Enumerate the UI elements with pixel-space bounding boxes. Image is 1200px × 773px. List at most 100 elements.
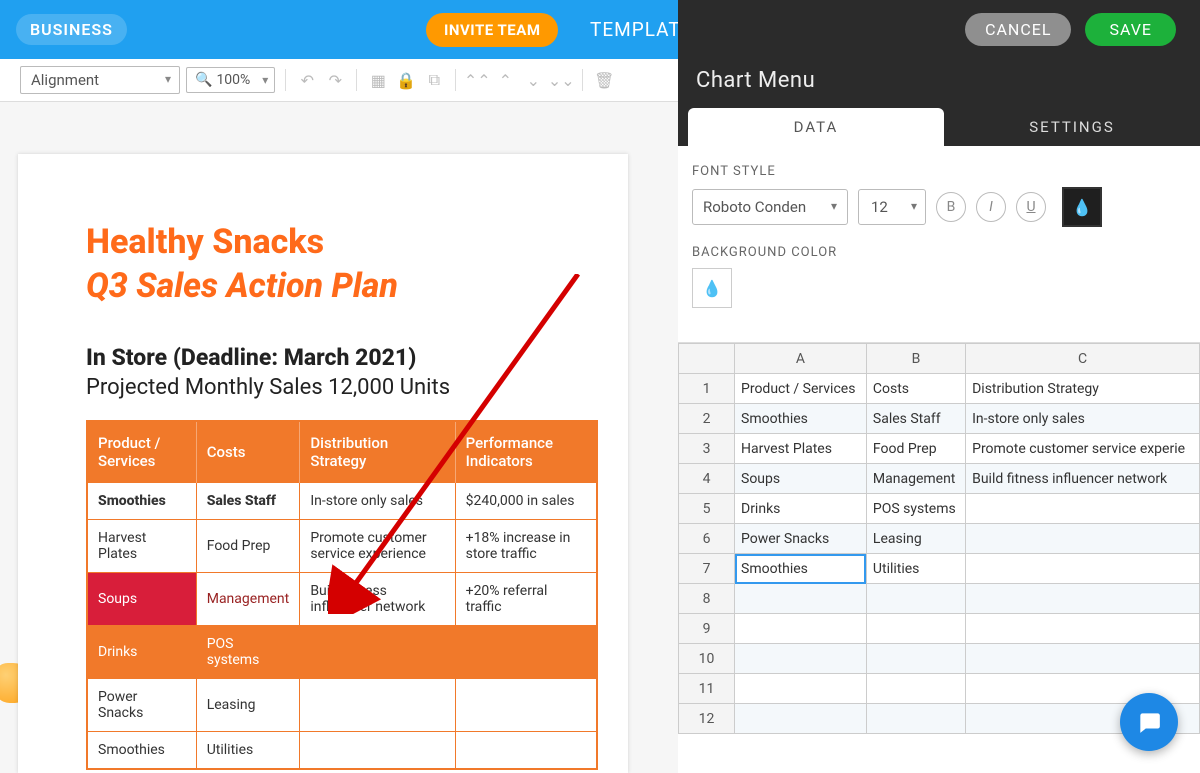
- font-color-swatch[interactable]: 💧: [1062, 187, 1102, 227]
- underline-button[interactable]: U: [1016, 192, 1046, 222]
- sheet-cell[interactable]: [866, 614, 965, 644]
- sheet-cell[interactable]: [966, 644, 1200, 674]
- sheet-cell[interactable]: [735, 584, 867, 614]
- document-page[interactable]: Healthy Snacks Q3 Sales Action Plan In S…: [18, 154, 628, 773]
- sheet-row-header[interactable]: 11: [679, 674, 735, 704]
- sheet-cell[interactable]: POS systems: [866, 494, 965, 524]
- sheet-cell[interactable]: [966, 584, 1200, 614]
- sheet-cell[interactable]: Sales Staff: [866, 404, 965, 434]
- sheet-cell[interactable]: [735, 644, 867, 674]
- sheet-cell[interactable]: Smoothies: [735, 404, 867, 434]
- doc-cell[interactable]: [455, 626, 597, 679]
- data-spreadsheet[interactable]: ABC 1Product / ServicesCostsDistribution …: [678, 343, 1200, 734]
- sheet-row-header[interactable]: 3: [679, 434, 735, 464]
- chat-fab[interactable]: [1120, 693, 1178, 751]
- move-bottom-icon[interactable]: ⌄⌄: [550, 69, 572, 91]
- sheet-cell[interactable]: Promote customer service experie: [966, 434, 1200, 464]
- tab-data[interactable]: DATA: [688, 108, 944, 146]
- sheet-cell[interactable]: Management: [866, 464, 965, 494]
- zoom-select[interactable]: 🔍100%: [186, 67, 275, 93]
- sheet-cell[interactable]: In-store only sales: [966, 404, 1200, 434]
- alignment-select[interactable]: Alignment: [20, 66, 180, 94]
- canvas[interactable]: Healthy Snacks Q3 Sales Action Plan In S…: [0, 102, 678, 773]
- doc-cell[interactable]: Promote customer service experience: [300, 520, 455, 573]
- sheet-cell[interactable]: [866, 704, 965, 734]
- invite-team-button[interactable]: INVITE TEAM: [426, 13, 558, 47]
- sheet-row-header[interactable]: 12: [679, 704, 735, 734]
- sheet-cell[interactable]: Soups: [735, 464, 867, 494]
- sheet-row-header[interactable]: 7: [679, 554, 735, 584]
- font-size-select[interactable]: 12: [858, 189, 926, 225]
- sheet-row-header[interactable]: 6: [679, 524, 735, 554]
- sheet-cell[interactable]: [966, 494, 1200, 524]
- doc-cell[interactable]: Utilities: [196, 732, 300, 770]
- sheet-row-header[interactable]: 4: [679, 464, 735, 494]
- sheet-cell[interactable]: Utilities: [866, 554, 965, 584]
- doc-cell[interactable]: In-store only sales: [300, 483, 455, 520]
- sheet-col-header[interactable]: B: [866, 344, 965, 374]
- doc-cell[interactable]: Sales Staff: [196, 483, 300, 520]
- sheet-cell[interactable]: Harvest Plates: [735, 434, 867, 464]
- sheet-cell[interactable]: [866, 644, 965, 674]
- lock-icon[interactable]: 🔒: [395, 69, 417, 91]
- tab-settings[interactable]: SETTINGS: [944, 108, 1200, 146]
- move-top-icon[interactable]: ⌃⌃: [466, 69, 488, 91]
- sheet-cell[interactable]: [735, 674, 867, 704]
- sheet-col-header[interactable]: C: [966, 344, 1200, 374]
- font-family-select[interactable]: Roboto Conden: [692, 189, 848, 225]
- sheet-row-header[interactable]: 5: [679, 494, 735, 524]
- cancel-button[interactable]: CANCEL: [965, 13, 1071, 46]
- sheet-cell[interactable]: Smoothies: [735, 554, 867, 584]
- doc-cell[interactable]: +18% increase in store traffic: [455, 520, 597, 573]
- image-icon[interactable]: ▦: [367, 69, 389, 91]
- undo-icon[interactable]: ↶: [296, 69, 318, 91]
- doc-cell[interactable]: Leasing: [196, 679, 300, 732]
- sheet-cell[interactable]: Distribution Strategy: [966, 374, 1200, 404]
- doc-cell[interactable]: Smoothies: [87, 483, 196, 520]
- sheet-cell[interactable]: Food Prep: [866, 434, 965, 464]
- doc-cell[interactable]: [300, 626, 455, 679]
- copy-icon[interactable]: ⧉: [423, 69, 445, 91]
- doc-cell[interactable]: $240,000 in sales: [455, 483, 597, 520]
- move-down-icon[interactable]: ⌄: [522, 69, 544, 91]
- doc-cell[interactable]: [455, 732, 597, 770]
- doc-cell[interactable]: +20% referral traffic: [455, 573, 597, 626]
- sheet-cell[interactable]: Leasing: [866, 524, 965, 554]
- sheet-cell[interactable]: [735, 704, 867, 734]
- sheet-cell[interactable]: [735, 614, 867, 644]
- italic-button[interactable]: I: [976, 192, 1006, 222]
- sheet-cell[interactable]: [966, 554, 1200, 584]
- sheet-row-header[interactable]: 9: [679, 614, 735, 644]
- bg-color-swatch[interactable]: 💧: [692, 268, 732, 308]
- doc-cell[interactable]: Food Prep: [196, 520, 300, 573]
- sheet-cell[interactable]: Power Snacks: [735, 524, 867, 554]
- sheet-cell[interactable]: [966, 614, 1200, 644]
- sheet-cell[interactable]: [866, 584, 965, 614]
- doc-cell[interactable]: Smoothies: [87, 732, 196, 770]
- doc-cell[interactable]: Build fitness influencer network: [300, 573, 455, 626]
- save-button[interactable]: SAVE: [1085, 13, 1176, 46]
- doc-cell[interactable]: Harvest Plates: [87, 520, 196, 573]
- bold-button[interactable]: B: [936, 192, 966, 222]
- doc-cell[interactable]: POS systems: [196, 626, 300, 679]
- sheet-cell[interactable]: Costs: [866, 374, 965, 404]
- sheet-cell[interactable]: Product / Services: [735, 374, 867, 404]
- doc-cell[interactable]: [300, 732, 455, 770]
- redo-icon[interactable]: ↷: [324, 69, 346, 91]
- doc-cell[interactable]: Management: [196, 573, 300, 626]
- sheet-row-header[interactable]: 10: [679, 644, 735, 674]
- sheet-row-header[interactable]: 1: [679, 374, 735, 404]
- sheet-cell[interactable]: Build fitness influencer network: [966, 464, 1200, 494]
- doc-cell[interactable]: [455, 679, 597, 732]
- move-up-icon[interactable]: ⌃: [494, 69, 516, 91]
- doc-cell[interactable]: Soups: [87, 573, 196, 626]
- doc-cell[interactable]: [300, 679, 455, 732]
- sheet-cell[interactable]: Drinks: [735, 494, 867, 524]
- trash-icon[interactable]: 🗑: [593, 69, 615, 91]
- sheet-row-header[interactable]: 8: [679, 584, 735, 614]
- sheet-cell[interactable]: [966, 524, 1200, 554]
- doc-cell[interactable]: Power Snacks: [87, 679, 196, 732]
- sheet-col-header[interactable]: A: [735, 344, 867, 374]
- sheet-row-header[interactable]: 2: [679, 404, 735, 434]
- sheet-cell[interactable]: [866, 674, 965, 704]
